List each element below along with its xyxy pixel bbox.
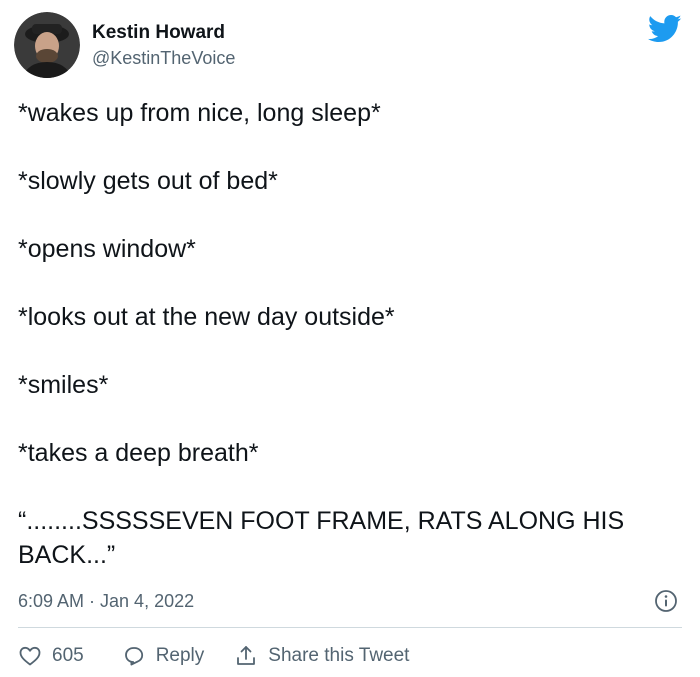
avatar[interactable]: [14, 12, 80, 78]
tweet-meta: 6:09 AM · Jan 4, 2022: [18, 587, 682, 615]
tweet-line: *looks out at the new day outside*: [18, 303, 395, 331]
like-count: 605: [52, 645, 84, 666]
heart-icon: [19, 646, 41, 666]
action-bar: 605 Reply Share this Tweet: [18, 641, 439, 671]
tweet-header: Kestin Howard @KestinTheVoice: [14, 10, 235, 80]
author-names: Kestin Howard @KestinTheVoice: [92, 20, 235, 70]
twitter-bird-icon[interactable]: [648, 14, 682, 44]
tweet-line: *opens window*: [18, 235, 196, 263]
reply-label: Reply: [155, 645, 205, 666]
handle[interactable]: @KestinTheVoice: [92, 46, 235, 70]
tweet-line: *wakes up from nice, long sleep*: [18, 99, 381, 127]
reply-button[interactable]: Reply: [122, 644, 205, 668]
like-button[interactable]: 605: [18, 644, 84, 668]
share-button[interactable]: Share this Tweet: [234, 644, 409, 668]
tweet-text: *wakes up from nice, long sleep* *slowly…: [18, 96, 668, 572]
divider: [18, 627, 682, 628]
tweet-line: “........SSSSSEVEN FOOT FRAME, RATS ALON…: [18, 507, 625, 569]
display-name[interactable]: Kestin Howard: [92, 20, 235, 46]
share-upload-icon: [237, 646, 256, 665]
tweet-card: Kestin Howard @KestinTheVoice *wakes up …: [0, 0, 700, 677]
info-icon[interactable]: [654, 589, 678, 613]
tweet-line: *takes a deep breath*: [18, 439, 259, 467]
tweet-line: *smiles*: [18, 371, 109, 399]
timestamp[interactable]: 6:09 AM · Jan 4, 2022: [18, 591, 194, 612]
reply-bubble-icon: [124, 647, 143, 666]
tweet-line: *slowly gets out of bed*: [18, 167, 278, 195]
share-label: Share this Tweet: [268, 645, 410, 666]
